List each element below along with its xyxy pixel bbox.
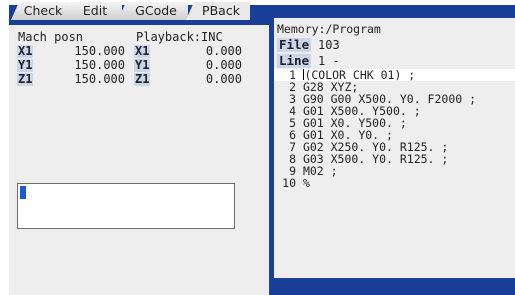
line-code: % [302,176,310,190]
tab-edit[interactable]: Edit [62,2,122,20]
playback-value-y1: 0.000 [205,58,242,72]
program-line[interactable]: 9 M02 ; [274,165,515,177]
playback-value-x1: 0.000 [205,44,242,58]
file-number: 103 [318,38,340,52]
tab-pback[interactable]: PBack [186,2,250,20]
axis-label-x1: X1 [17,44,34,58]
tab-gcode[interactable]: GCode [118,2,188,20]
file-label: File [277,37,312,52]
input-cursor [20,186,26,199]
line-number: 10 [282,176,296,190]
playback-value-z1: 0.000 [205,72,242,86]
input-field[interactable] [17,183,235,229]
mach-posn-header: Mach posn [18,30,84,44]
mach-value-y1: 150.000 [74,58,125,72]
tab-check[interactable]: Check [11,2,69,20]
memory-path: Memory:/Program [277,22,381,36]
axis-label-y1: Y1 [17,58,34,72]
axis-label-z1: Z1 [17,72,34,86]
line-number: 1 - [318,54,340,68]
playback-header: Playback:INC [136,30,223,44]
playback-axis-y1: Y1 [134,58,151,72]
playback-axis-z1: Z1 [134,72,151,86]
mach-value-z1: 150.000 [74,72,125,86]
mach-value-x1: 150.000 [74,44,125,58]
program-footer-bar [274,278,515,295]
line-label: Line [277,53,312,68]
playback-axis-x1: X1 [134,44,151,58]
program-line[interactable]: 10 % [274,177,515,189]
